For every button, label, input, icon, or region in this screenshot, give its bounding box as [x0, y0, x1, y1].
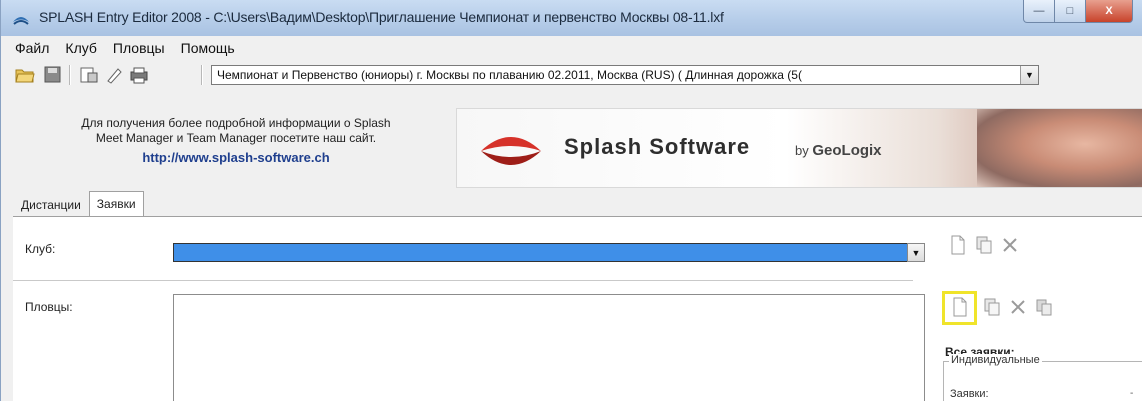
- menu-club[interactable]: Клуб: [57, 40, 105, 56]
- logo-company-text: GeoLogix: [812, 142, 882, 159]
- entries-row-value: -: [1130, 388, 1134, 399]
- banner-info-text: Для получения более подробной информации…: [16, 108, 456, 188]
- swimmers-label: Пловцы:: [25, 300, 73, 314]
- copy-document-icon[interactable]: [975, 235, 993, 255]
- splash-banner-image: Splash Software by GeoLogix: [456, 108, 1142, 188]
- app-window: SPLASH Entry Editor 2008 - C:\Users\Вади…: [0, 0, 1142, 401]
- properties-icon[interactable]: [79, 66, 99, 84]
- print-icon[interactable]: [129, 66, 149, 84]
- banner-info-line: Для получения более подробной информации…: [81, 116, 391, 130]
- menu-swimmers[interactable]: Пловцы: [105, 40, 173, 56]
- tab-strip: Дистанции Заявки: [13, 190, 144, 216]
- delete-x-icon[interactable]: [1001, 235, 1019, 255]
- meet-select[interactable]: Чемпионат и Первенство (юниоры) г. Москв…: [211, 65, 1039, 85]
- delete-x-icon[interactable]: [1009, 297, 1027, 317]
- club-label: Клуб:: [25, 242, 56, 256]
- copy-document-icon[interactable]: [983, 297, 1001, 317]
- toolbar-separator: [201, 65, 203, 85]
- toolbar: Чемпионат и Первенство (юниоры) г. Москв…: [1, 60, 1142, 90]
- duplicate-icon[interactable]: [1035, 297, 1053, 317]
- club-select[interactable]: ▼: [173, 243, 925, 262]
- swimmer-photo: [977, 109, 1142, 187]
- tab-entries[interactable]: Заявки: [88, 191, 144, 216]
- swimmers-list[interactable]: [173, 294, 925, 401]
- info-banner: Для получения более подробной информации…: [16, 108, 1142, 188]
- splash-logo-icon: [481, 137, 541, 165]
- entries-row-label: Заявки:: [950, 388, 989, 400]
- banner-info-line: Meet Manager и Team Manager посетите наш…: [95, 131, 377, 145]
- open-folder-icon[interactable]: [15, 66, 35, 84]
- title-bar: SPLASH Entry Editor 2008 - C:\Users\Вади…: [1, 0, 1142, 36]
- close-button[interactable]: X: [1086, 0, 1133, 23]
- new-document-icon[interactable]: [951, 297, 969, 317]
- chevron-down-icon[interactable]: ▼: [907, 243, 925, 262]
- meet-select-value: Чемпионат и Первенство (юниоры) г. Москв…: [217, 68, 802, 82]
- menu-bar: Файл Клуб Пловцы Помощь: [1, 36, 1142, 60]
- save-icon[interactable]: [43, 66, 63, 84]
- logo-by-text: by: [795, 143, 809, 158]
- minimize-button[interactable]: —: [1023, 0, 1055, 23]
- menu-help[interactable]: Помощь: [173, 40, 243, 56]
- edit-pen-icon[interactable]: [105, 66, 125, 84]
- section-divider: [13, 280, 913, 281]
- window-controls: — □ X: [1023, 0, 1133, 26]
- new-document-icon[interactable]: [949, 235, 967, 255]
- chevron-down-icon[interactable]: ▼: [1020, 66, 1038, 84]
- tab-distances[interactable]: Дистанции: [13, 194, 89, 216]
- window-title: SPLASH Entry Editor 2008 - C:\Users\Вади…: [39, 9, 724, 25]
- maximize-button[interactable]: □: [1055, 0, 1086, 23]
- website-link[interactable]: http://www.splash-software.ch: [16, 150, 456, 165]
- entries-panel: Дистанции Заявки Клуб: ▼ Пловцы: Все зая…: [13, 190, 1142, 401]
- individual-entries-group: Индивидуальные Заявки: -: [943, 354, 1142, 401]
- tab-content: Клуб: ▼ Пловцы: Все заявки: Индивидуальн…: [13, 216, 1142, 401]
- splash-app-icon: [13, 17, 29, 25]
- splash-logo-title: Splash Software: [564, 134, 751, 159]
- group-legend: Индивидуальные: [949, 354, 1042, 366]
- menu-file[interactable]: Файл: [1, 40, 57, 56]
- toolbar-separator: [69, 65, 71, 85]
- splash-logo-by: by GeoLogix: [795, 142, 882, 159]
